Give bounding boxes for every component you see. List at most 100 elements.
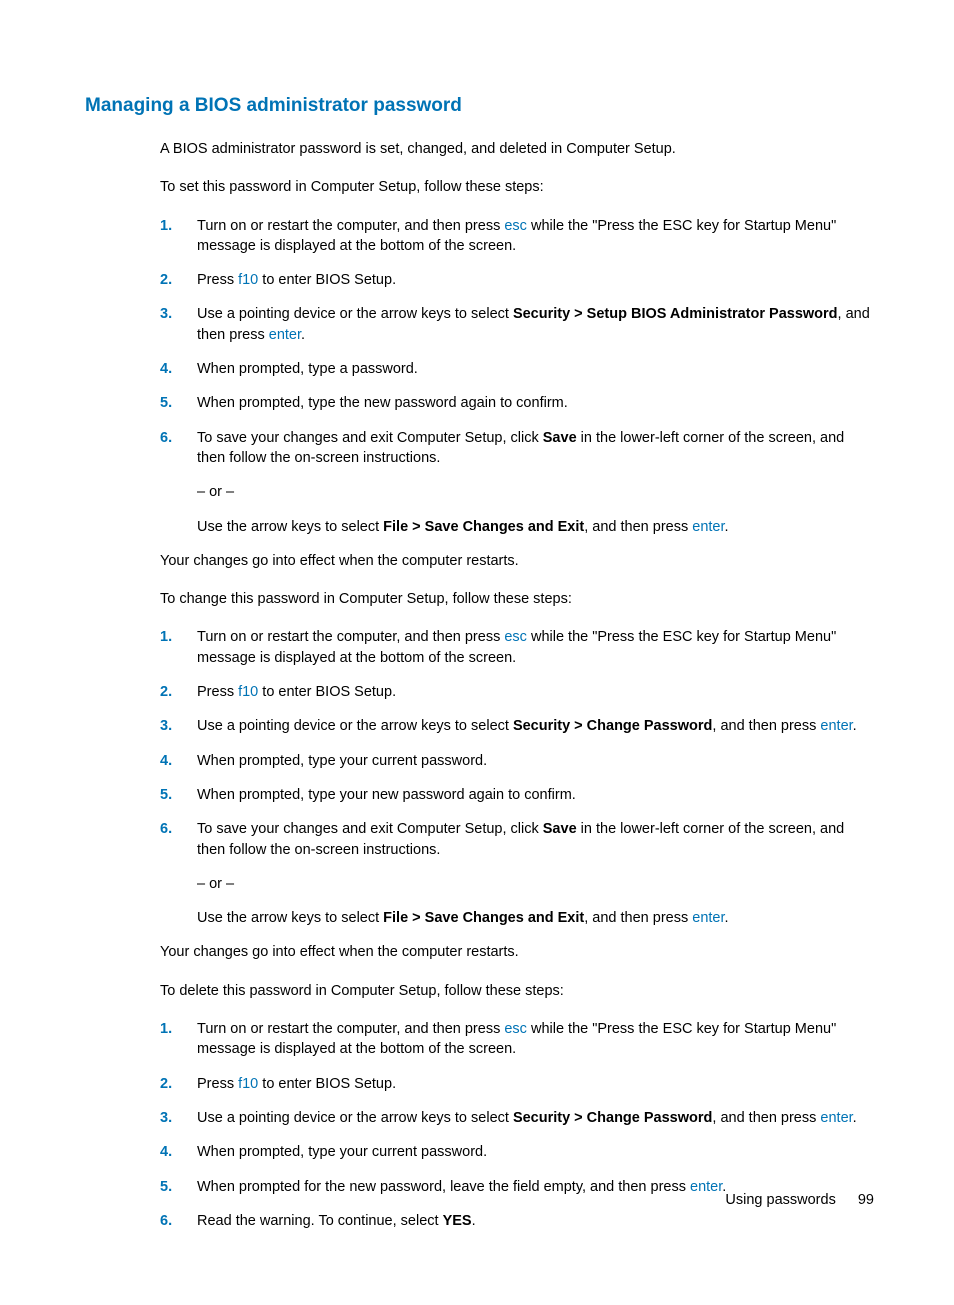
or-text: – or – (197, 482, 874, 502)
document-page: Managing a BIOS administrator password A… (0, 0, 954, 1305)
step-text: . (725, 910, 729, 926)
step-text: . (472, 1213, 476, 1229)
list-item: 1. Turn on or restart the computer, and … (160, 627, 874, 668)
step-number: 2. (160, 682, 172, 702)
list-item: 2. Press f10 to enter BIOS Setup. (160, 270, 874, 290)
page-footer: Using passwords 99 (725, 1192, 874, 1208)
key-enter: enter (692, 910, 724, 926)
step-text: Read the warning. To continue, select (197, 1213, 443, 1229)
alt-step: Use the arrow keys to select File > Save… (197, 908, 874, 928)
key-enter: enter (820, 1110, 852, 1126)
step-text: to enter BIOS Setup. (258, 1076, 396, 1092)
step-number: 2. (160, 1074, 172, 1094)
change-steps-list: 1. Turn on or restart the computer, and … (160, 627, 874, 928)
restart-note: Your changes go into effect when the com… (160, 551, 874, 571)
step-text: To save your changes and exit Computer S… (197, 430, 543, 446)
list-item: 3. Use a pointing device or the arrow ke… (160, 1108, 874, 1128)
step-number: 3. (160, 1108, 172, 1128)
section-heading: Managing a BIOS administrator password (85, 95, 874, 117)
step-text: Use a pointing device or the arrow keys … (197, 306, 513, 322)
key-f10: f10 (238, 684, 258, 700)
list-item: 1. Turn on or restart the computer, and … (160, 1019, 874, 1060)
menu-path: Security > Change Password (513, 718, 712, 734)
step-text: , and then press (584, 519, 692, 535)
list-item: 6. To save your changes and exit Compute… (160, 819, 874, 928)
step-text: . (301, 327, 305, 343)
change-intro: To change this password in Computer Setu… (160, 589, 874, 609)
step-text: to enter BIOS Setup. (258, 684, 396, 700)
key-f10: f10 (238, 272, 258, 288)
intro-paragraph: A BIOS administrator password is set, ch… (160, 139, 874, 159)
step-text: , and then press (584, 910, 692, 926)
step-text: Press (197, 1076, 238, 1092)
list-item: 6. Read the warning. To continue, select… (160, 1211, 874, 1231)
step-text: Turn on or restart the computer, and the… (197, 218, 504, 234)
step-number: 6. (160, 1211, 172, 1231)
key-esc: esc (504, 218, 527, 234)
step-text: Press (197, 272, 238, 288)
step-number: 3. (160, 716, 172, 736)
step-number: 1. (160, 216, 172, 236)
step-number: 1. (160, 627, 172, 647)
step-text: Use a pointing device or the arrow keys … (197, 718, 513, 734)
menu-path: Security > Setup BIOS Administrator Pass… (513, 306, 838, 322)
step-text: When prompted for the new password, leav… (197, 1179, 690, 1195)
step-number: 6. (160, 819, 172, 839)
list-item: 4. When prompted, type your current pass… (160, 751, 874, 771)
step-number: 5. (160, 1177, 172, 1197)
key-esc: esc (504, 629, 527, 645)
key-enter: enter (692, 519, 724, 535)
step-text: . (853, 1110, 857, 1126)
content-block: A BIOS administrator password is set, ch… (160, 139, 874, 1231)
yes-label: YES (443, 1213, 472, 1229)
step-number: 5. (160, 785, 172, 805)
menu-path: File > Save Changes and Exit (383, 519, 584, 535)
step-number: 4. (160, 1142, 172, 1162)
footer-section: Using passwords (725, 1192, 835, 1208)
list-item: 1. Turn on or restart the computer, and … (160, 216, 874, 257)
step-text: When prompted, type your current passwor… (197, 753, 487, 769)
list-item: 2. Press f10 to enter BIOS Setup. (160, 1074, 874, 1094)
step-text: To save your changes and exit Computer S… (197, 821, 543, 837)
list-item: 4. When prompted, type a password. (160, 359, 874, 379)
save-label: Save (543, 430, 577, 446)
step-number: 1. (160, 1019, 172, 1039)
key-enter: enter (690, 1179, 722, 1195)
set-intro: To set this password in Computer Setup, … (160, 177, 874, 197)
step-text: When prompted, type the new password aga… (197, 395, 568, 411)
step-text: When prompted, type your new password ag… (197, 787, 576, 803)
or-text: – or – (197, 874, 874, 894)
restart-note: Your changes go into effect when the com… (160, 942, 874, 962)
step-text: When prompted, type your current passwor… (197, 1144, 487, 1160)
step-text: Turn on or restart the computer, and the… (197, 1021, 504, 1037)
menu-path: File > Save Changes and Exit (383, 910, 584, 926)
step-text: to enter BIOS Setup. (258, 272, 396, 288)
step-text: Turn on or restart the computer, and the… (197, 629, 504, 645)
step-number: 4. (160, 359, 172, 379)
step-text: Use a pointing device or the arrow keys … (197, 1110, 513, 1126)
step-number: 4. (160, 751, 172, 771)
set-steps-list: 1. Turn on or restart the computer, and … (160, 216, 874, 537)
key-enter: enter (269, 327, 301, 343)
list-item: 5. When prompted, type your new password… (160, 785, 874, 805)
step-text: , and then press (712, 1110, 820, 1126)
list-item: 3. Use a pointing device or the arrow ke… (160, 304, 874, 345)
menu-path: Security > Change Password (513, 1110, 712, 1126)
step-text: Use the arrow keys to select (197, 910, 383, 926)
save-label: Save (543, 821, 577, 837)
step-text: When prompted, type a password. (197, 361, 418, 377)
key-enter: enter (820, 718, 852, 734)
step-number: 6. (160, 428, 172, 448)
page-number: 99 (858, 1192, 874, 1208)
step-text: Press (197, 684, 238, 700)
alt-step: Use the arrow keys to select File > Save… (197, 517, 874, 537)
step-number: 3. (160, 304, 172, 324)
list-item: 2. Press f10 to enter BIOS Setup. (160, 682, 874, 702)
delete-intro: To delete this password in Computer Setu… (160, 981, 874, 1001)
list-item: 3. Use a pointing device or the arrow ke… (160, 716, 874, 736)
list-item: 6. To save your changes and exit Compute… (160, 428, 874, 537)
key-esc: esc (504, 1021, 527, 1037)
step-text: Use the arrow keys to select (197, 519, 383, 535)
list-item: 4. When prompted, type your current pass… (160, 1142, 874, 1162)
key-f10: f10 (238, 1076, 258, 1092)
